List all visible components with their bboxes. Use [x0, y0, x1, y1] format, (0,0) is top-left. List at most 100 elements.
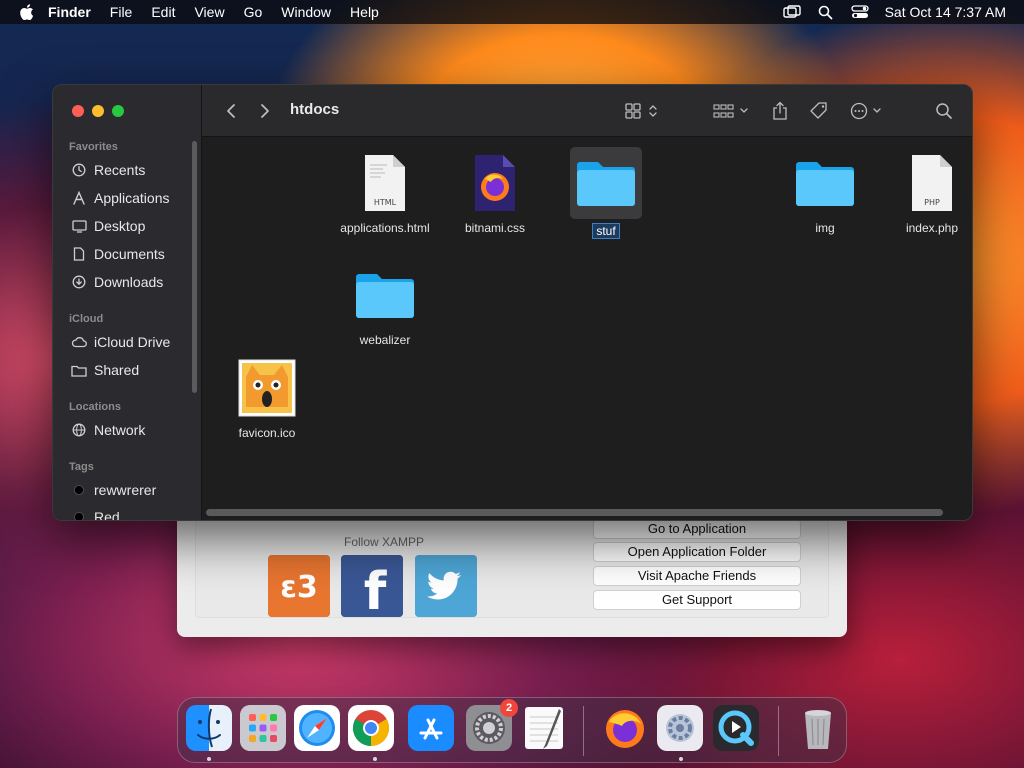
menu-clock[interactable]: Sat Oct 14 7:37 AM: [885, 4, 1006, 20]
cat-favicon-icon: [235, 356, 299, 420]
menu-help[interactable]: Help: [350, 4, 379, 20]
sidebar-item-label: Recents: [94, 162, 146, 178]
icon-view-icon[interactable]: [624, 101, 660, 121]
dock-quicktime-icon[interactable]: [713, 705, 759, 751]
dock-app-store-icon[interactable]: [408, 705, 454, 751]
dock-finder-icon[interactable]: [186, 705, 232, 751]
sidebar-item-icloud-drive[interactable]: iCloud Drive: [71, 331, 170, 353]
dock-xampp-manager-icon[interactable]: [657, 705, 703, 751]
firefox-document-icon: [463, 151, 527, 215]
file-name-rename-field[interactable]: stuf: [592, 223, 620, 239]
notification-badge: 2: [500, 699, 518, 717]
visit-apache-friends-button[interactable]: Visit Apache Friends: [593, 566, 801, 586]
menu-view[interactable]: View: [194, 4, 224, 20]
sidebar-item-desktop[interactable]: Desktop: [71, 215, 145, 237]
sidebar-item-label: Desktop: [94, 218, 146, 234]
dock-firefox-icon[interactable]: [602, 705, 648, 751]
sidebar-item-network[interactable]: Network: [71, 419, 145, 441]
file-item[interactable]: HTML applications.html: [330, 151, 440, 235]
xampp-panel: Follow XAMPP ɛ3 f Go to Application Open…: [195, 519, 829, 622]
file-item[interactable]: favicon.ico: [212, 356, 322, 440]
tag-icon[interactable]: [808, 101, 830, 121]
menu-finder[interactable]: Finder: [48, 4, 91, 20]
html-file-badge: HTML: [374, 198, 397, 207]
finder-sidebar: Favorites Recents Applications Desktop D…: [53, 85, 202, 520]
menu-go[interactable]: Go: [244, 4, 263, 20]
folder-icon: [793, 151, 857, 215]
dock-system-preferences-icon[interactable]: 2: [466, 699, 518, 751]
file-item[interactable]: bitnami.css: [440, 151, 550, 235]
screen-mirroring-icon[interactable]: [782, 4, 801, 20]
group-by-icon[interactable]: [712, 101, 750, 121]
file-name: img: [815, 221, 835, 235]
desktop-icon: [71, 218, 87, 234]
more-actions-icon[interactable]: [850, 101, 886, 121]
sidebar-item-label: Network: [94, 422, 146, 438]
dock-separator: [583, 706, 584, 756]
twitter-icon[interactable]: [415, 555, 477, 617]
spotlight-search-icon[interactable]: [817, 4, 835, 20]
dock-textedit-icon[interactable]: [521, 705, 567, 751]
svg-text:f: f: [364, 562, 388, 617]
sidebar-item-label: Applications: [94, 190, 170, 206]
sidebar-item-applications[interactable]: Applications: [71, 187, 170, 209]
file-item[interactable]: PHP index.php: [877, 151, 972, 235]
get-support-button[interactable]: Get Support: [593, 590, 801, 610]
minimize-window-button[interactable]: [92, 105, 104, 117]
file-item[interactable]: img: [770, 151, 880, 235]
sidebar-item-downloads[interactable]: Downloads: [71, 271, 163, 293]
tag-dot-icon: [71, 482, 87, 498]
clock-icon: [71, 162, 87, 178]
sidebar-section-locations: Locations: [69, 401, 121, 413]
apple-icon[interactable]: [18, 3, 36, 21]
shared-folder-icon: [71, 362, 87, 378]
cloud-icon: [71, 334, 87, 350]
menu-bar: Finder File Edit View Go Window Help Sat…: [0, 0, 1024, 24]
menu-file[interactable]: File: [110, 4, 133, 20]
facebook-icon[interactable]: f: [341, 555, 403, 622]
tag-dot-icon: [71, 509, 87, 520]
sidebar-item-label: rewwrerer: [94, 482, 157, 498]
zoom-window-button[interactable]: [112, 105, 124, 117]
dock-separator: [778, 706, 779, 756]
open-application-folder-button[interactable]: Open Application Folder: [593, 542, 801, 562]
php-file-badge: PHP: [924, 198, 940, 207]
sidebar-item-label: Documents: [94, 246, 165, 262]
dock: 2: [177, 697, 847, 763]
sidebar-item-documents[interactable]: Documents: [71, 243, 165, 265]
dock-safari-icon[interactable]: [294, 705, 340, 751]
sidebar-item-label: Shared: [94, 362, 140, 378]
menu-window[interactable]: Window: [281, 4, 331, 20]
control-center-icon[interactable]: [850, 4, 869, 20]
go-to-application-button[interactable]: Go to Application: [593, 519, 801, 539]
sidebar-scrollbar[interactable]: [192, 141, 197, 393]
dock-running-indicator: [373, 757, 377, 761]
follow-label: Follow XAMPP: [344, 535, 425, 549]
dock-chrome-icon[interactable]: [348, 705, 394, 751]
window-title: htdocs: [290, 101, 340, 118]
back-icon[interactable]: [224, 101, 238, 121]
menu-edit[interactable]: Edit: [151, 4, 175, 20]
finder-toolbar: htdocs: [202, 85, 972, 137]
content-horizontal-scrollbar[interactable]: [206, 509, 943, 516]
sidebar-item-recents[interactable]: Recents: [71, 159, 145, 181]
sidebar-item-label: Downloads: [94, 274, 164, 290]
sidebar-tag-red[interactable]: Red: [71, 506, 120, 520]
sidebar-item-shared[interactable]: Shared: [71, 359, 139, 381]
forward-icon[interactable]: [258, 101, 272, 121]
close-window-button[interactable]: [72, 105, 84, 117]
document-icon: [71, 246, 87, 262]
file-item[interactable]: webalizer: [330, 263, 440, 347]
html-file-icon: HTML: [353, 151, 417, 215]
sidebar-tag-rewwrerer[interactable]: rewwrerer: [71, 479, 156, 501]
dock-running-indicator: [207, 757, 211, 761]
dock-trash-icon[interactable]: [795, 705, 841, 751]
share-icon[interactable]: [770, 101, 790, 121]
applications-icon: [71, 190, 87, 206]
download-icon: [71, 274, 87, 290]
file-item-selected[interactable]: stuf: [551, 147, 661, 240]
dock-launchpad-icon[interactable]: [240, 705, 286, 751]
file-name: webalizer: [359, 333, 411, 347]
search-icon[interactable]: [934, 101, 954, 121]
xampp-logo-icon[interactable]: ɛ3: [268, 555, 330, 617]
